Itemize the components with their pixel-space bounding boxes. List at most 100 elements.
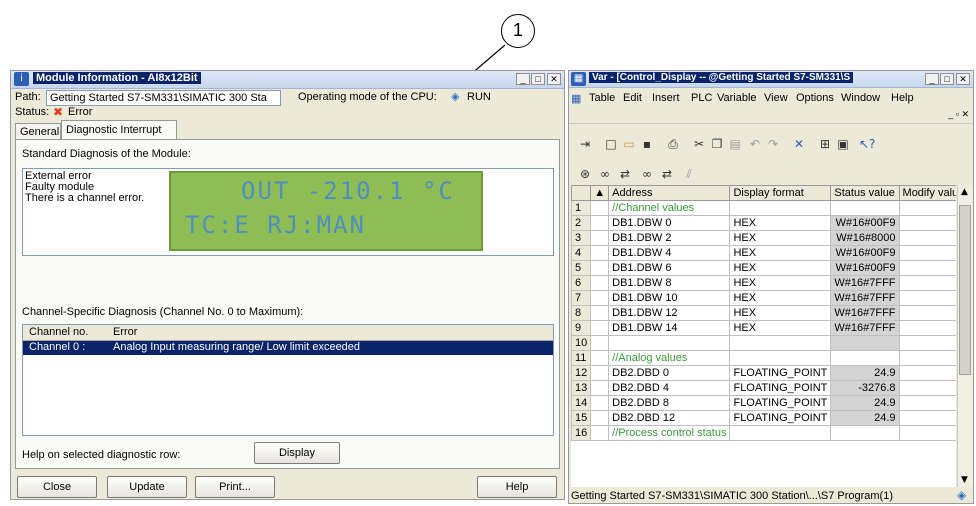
col-address[interactable]: Address [608,185,731,201]
tab-diagnostic-interrupt[interactable]: Diagnostic Interrupt [61,120,177,140]
display-format-cell[interactable]: FLOATING_POINT [729,380,832,396]
table-row[interactable]: Channel 0 : Analog Input measuring range… [23,341,553,355]
row-symbol-cell[interactable] [590,275,610,291]
row-symbol-cell[interactable] [590,410,610,426]
print-button[interactable]: Print... [195,476,275,498]
modify-value-cell[interactable] [898,245,956,261]
row-symbol-cell[interactable] [590,425,610,441]
table-row[interactable]: 7 DB1.DBW 10 HEX W#16#7FFF [571,290,956,306]
monitor-variable-icon[interactable]: ∞ [597,166,613,182]
row-symbol-cell[interactable] [590,350,610,366]
row-symbol-cell[interactable] [590,245,610,261]
status-value-cell[interactable]: -3276.8 [830,380,900,396]
update-button[interactable]: Update [107,476,187,498]
table-row[interactable]: 6 DB1.DBW 8 HEX W#16#7FFF [571,275,956,291]
help-button[interactable]: Help [477,476,557,498]
row-symbol-cell[interactable] [590,335,610,351]
col-error[interactable]: Error [113,326,137,338]
table-row[interactable]: 10 [571,335,956,351]
display-format-cell[interactable] [729,335,832,351]
status-value-cell[interactable] [830,335,900,351]
var-close-button[interactable]: ✕ [956,73,970,85]
tab-general[interactable]: General [15,123,61,140]
status-value-cell[interactable] [830,350,900,366]
copy-icon[interactable]: ❐ [709,136,725,152]
close-window-button[interactable]: ✕ [547,73,561,85]
vertical-scrollbar[interactable]: ▲ ▼ [957,185,973,487]
status-value-cell[interactable]: W#16#00F9 [830,245,900,261]
address-cell[interactable]: DB1.DBW 0 [608,215,731,231]
display-format-cell[interactable]: HEX [729,215,832,231]
row-symbol-cell[interactable] [590,395,610,411]
address-cell[interactable]: DB2.DBD 12 [608,410,731,426]
modify-once-icon[interactable]: ⇄ [659,166,675,182]
minimize-button[interactable]: _ [516,73,530,85]
modify-value-cell[interactable] [898,305,956,321]
table-row[interactable]: 9 DB1.DBW 14 HEX W#16#7FFF [571,320,956,336]
col-display-format[interactable]: Display format [729,185,832,201]
maximize-button[interactable]: □ [531,73,545,85]
display-format-cell[interactable]: HEX [729,305,832,321]
table-row[interactable]: 15 DB2.DBD 12 FLOATING_POINT 24.9 [571,410,956,426]
table-row[interactable]: 13 DB2.DBD 4 FLOATING_POINT -3276.8 [571,380,956,396]
display-button[interactable]: Display [254,442,340,464]
update-monitor-icon[interactable]: ⇄ [617,166,633,182]
path-field[interactable]: Getting Started S7-SM331\SIMATIC 300 Sta [46,90,281,106]
table-row[interactable]: 5 DB1.DBW 6 HEX W#16#00F9 [571,260,956,276]
open-icon[interactable]: ▭ [621,136,637,152]
row-symbol-cell[interactable] [590,320,610,336]
table-row[interactable]: 16 //Process control status [571,425,956,441]
address-cell[interactable]: DB1.DBW 12 [608,305,731,321]
standard-diag-list[interactable]: External error Faulty module There is a … [22,168,554,256]
status-value-cell[interactable] [830,200,900,216]
modify-value-cell[interactable] [898,275,956,291]
scroll-down-icon[interactable]: ▼ [961,475,968,485]
print-icon[interactable]: ⎙ [665,136,681,152]
display-format-cell[interactable]: FLOATING_POINT [729,395,832,411]
table-row[interactable]: 8 DB1.DBW 12 HEX W#16#7FFF [571,305,956,321]
menu-insert[interactable]: Insert [652,92,680,104]
table-row[interactable]: 11 //Analog values [571,350,956,366]
status-value-cell[interactable]: W#16#7FFF [830,305,900,321]
var-table-grid[interactable]: ▲ Address Display format Status value Mo… [571,185,956,487]
force-icon[interactable]: ⫽ [681,166,697,182]
col-status-value[interactable]: Status value [830,185,900,201]
address-cell[interactable]: DB1.DBW 14 [608,320,731,336]
row-symbol-cell[interactable] [590,215,610,231]
modify-value-cell[interactable] [898,335,956,351]
address-cell[interactable]: DB2.DBD 0 [608,365,731,381]
status-value-cell[interactable]: 24.9 [830,395,900,411]
new-icon[interactable]: □ [603,136,619,152]
pin-icon[interactable]: ⇥ [577,136,593,152]
scroll-up-icon[interactable]: ▲ [961,187,968,197]
module-info-titlebar[interactable]: i Module Information - AI8x12Bit _ □ ✕ [11,71,564,89]
modify-value-cell[interactable] [898,320,956,336]
display-format-cell[interactable]: HEX [729,320,832,336]
table-row[interactable]: 2 DB1.DBW 0 HEX W#16#00F9 [571,215,956,231]
display-format-cell[interactable]: HEX [729,275,832,291]
redo-icon[interactable]: ↷ [765,136,781,152]
display-format-cell[interactable]: HEX [729,260,832,276]
row-symbol-cell[interactable] [590,200,610,216]
status-value-cell[interactable]: 24.9 [830,410,900,426]
table-row[interactable]: 3 DB1.DBW 2 HEX W#16#8000 [571,230,956,246]
modify-value-cell[interactable] [898,395,956,411]
status-value-cell[interactable] [830,425,900,441]
display-format-cell[interactable]: FLOATING_POINT [729,365,832,381]
display-format-cell[interactable]: HEX [729,290,832,306]
menu-table[interactable]: Table [589,92,615,104]
address-cell[interactable]: DB1.DBW 10 [608,290,731,306]
var-minimize-button[interactable]: _ [925,73,939,85]
menu-help[interactable]: Help [891,92,914,104]
col-channel-no[interactable]: Channel no. [29,326,88,338]
address-cell[interactable]: DB1.DBW 4 [608,245,731,261]
var-maximize-button[interactable]: □ [940,73,954,85]
row-symbol-cell[interactable] [590,290,610,306]
status-value-cell[interactable]: W#16#00F9 [830,260,900,276]
display-format-cell[interactable] [729,425,832,441]
table-row[interactable]: 12 DB2.DBD 0 FLOATING_POINT 24.9 [571,365,956,381]
modify-value-cell[interactable] [898,365,956,381]
row-symbol-cell[interactable] [590,380,610,396]
address-cell[interactable]: DB1.DBW 2 [608,230,731,246]
modify-value-cell[interactable] [898,410,956,426]
